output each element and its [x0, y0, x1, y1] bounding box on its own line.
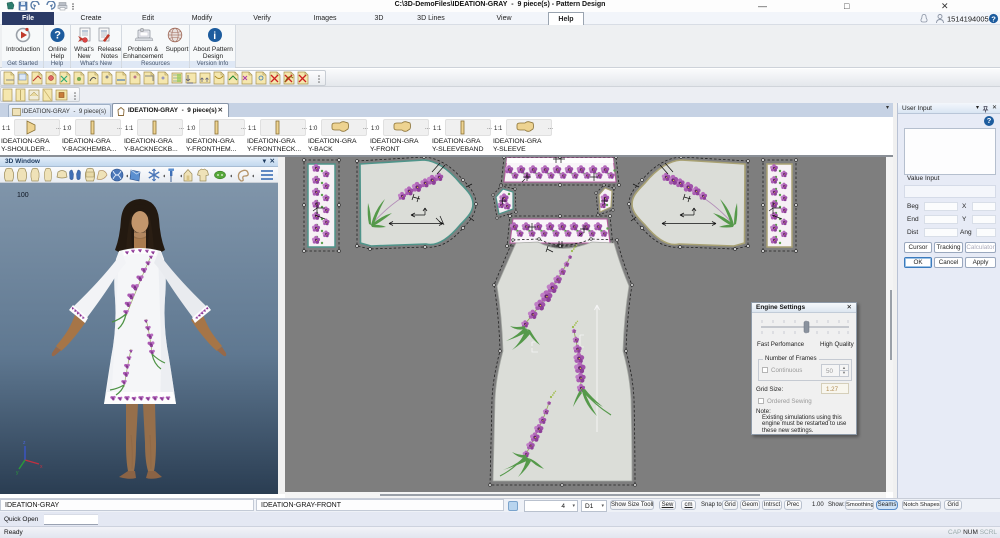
- svg-text:?: ?: [991, 14, 996, 23]
- svg-text:1514194005: 1514194005: [947, 15, 989, 24]
- svg-text:?: ?: [54, 30, 61, 42]
- svg-text:i: i: [213, 30, 216, 42]
